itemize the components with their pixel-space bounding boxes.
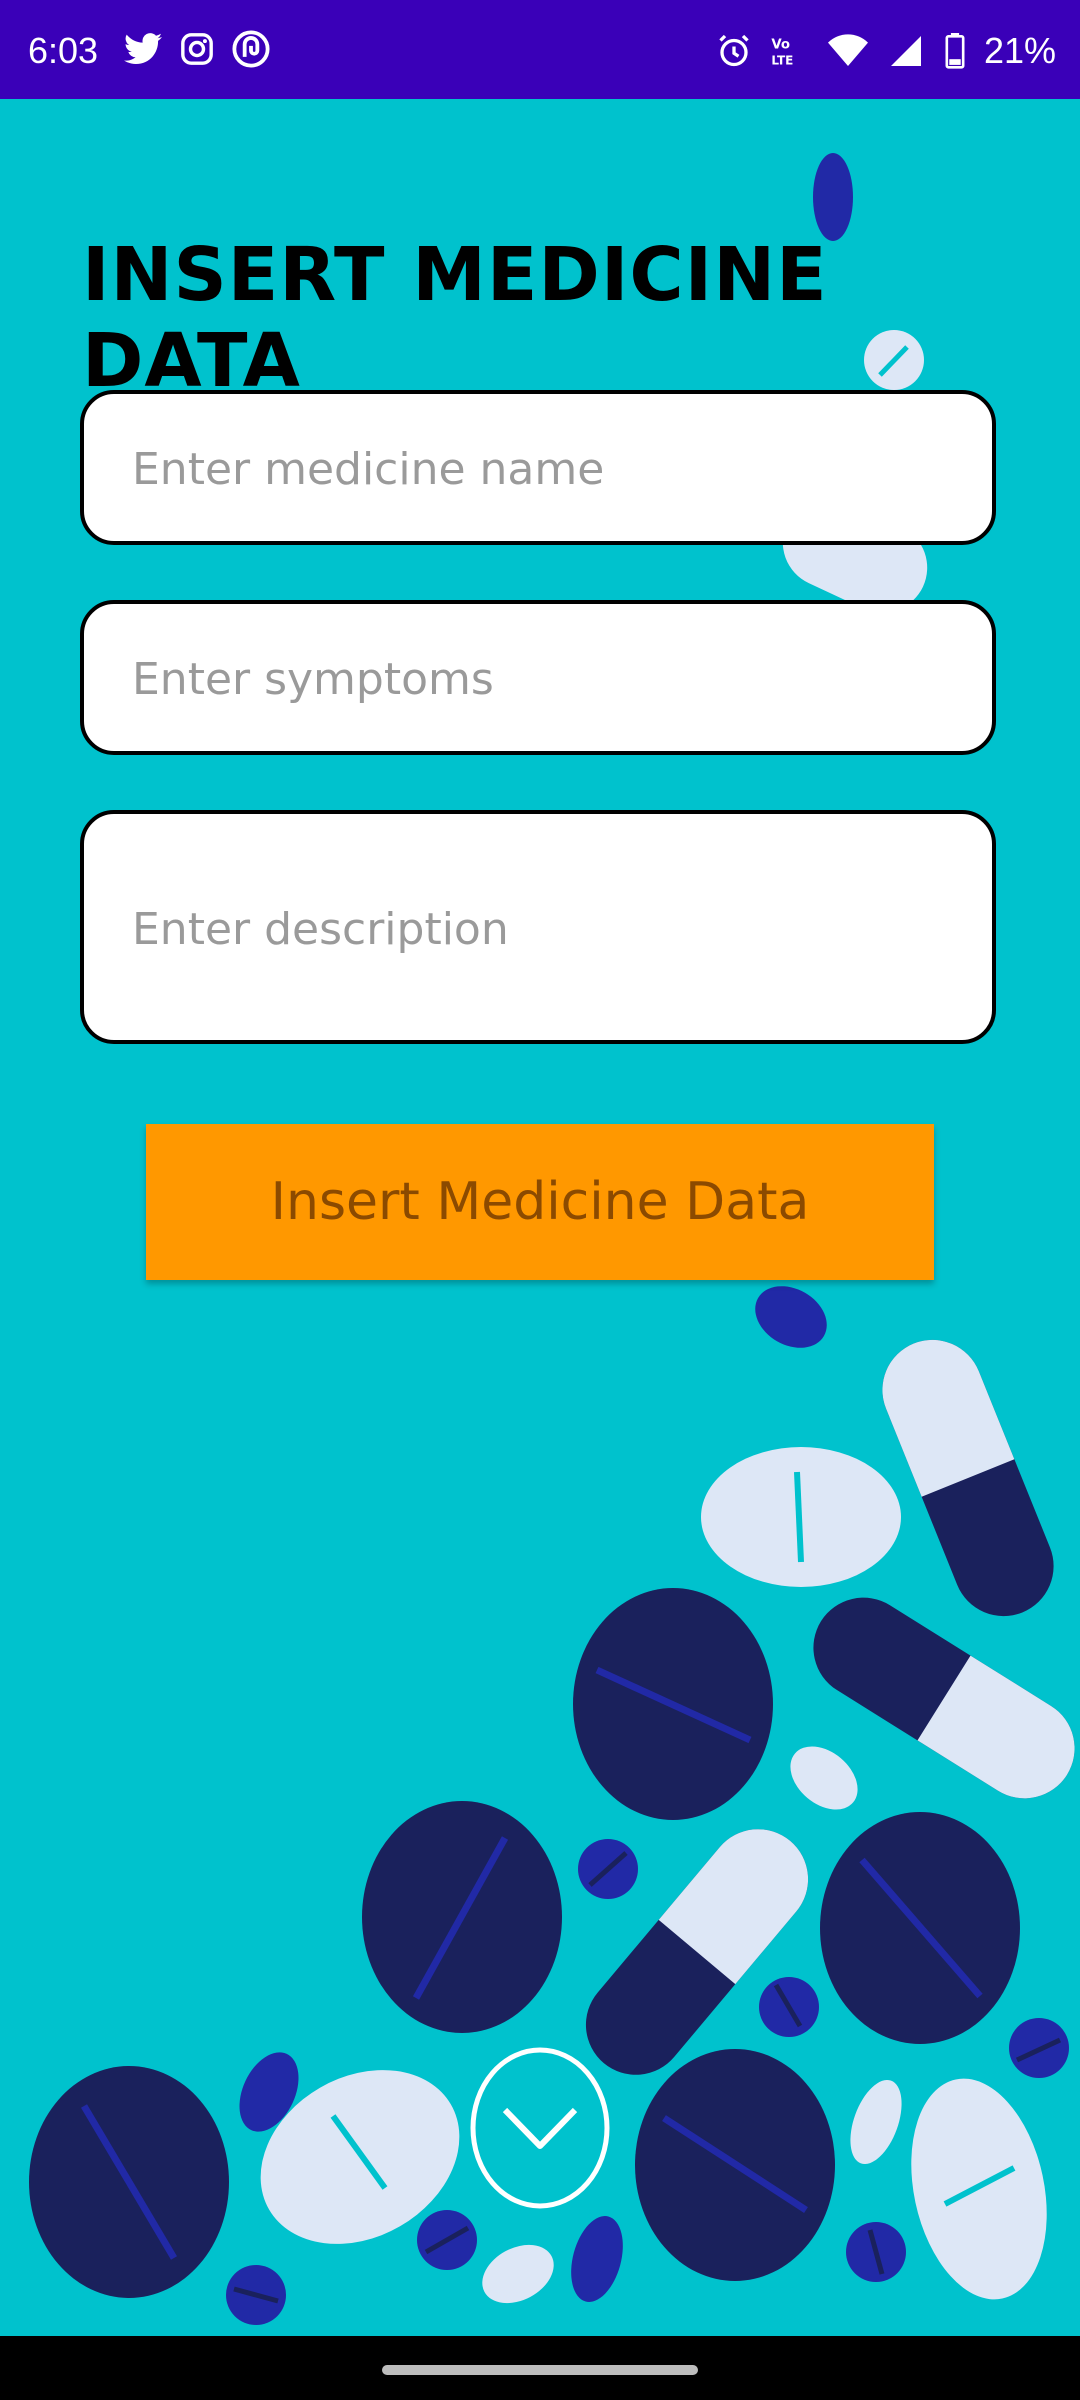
- pill-decoration: [755, 1286, 827, 1348]
- medicine-name-input[interactable]: [132, 442, 968, 496]
- pill-decoration: [850, 2079, 902, 2165]
- pill-decoration: [571, 2216, 623, 2302]
- insert-medicine-button[interactable]: Insert Medicine Data: [146, 1124, 934, 1280]
- pill-decoration: [482, 2244, 554, 2304]
- symptoms-input[interactable]: [132, 652, 968, 706]
- pill-decoration: [813, 153, 853, 241]
- description-field[interactable]: [80, 810, 996, 1044]
- chevron-down-icon[interactable]: [469, 2046, 611, 2210]
- symptoms-field[interactable]: [80, 600, 996, 755]
- pill-decoration: [790, 1746, 858, 1810]
- navigation-bar: [0, 2336, 1080, 2400]
- home-gesture-handle[interactable]: [382, 2365, 698, 2375]
- medicine-name-field[interactable]: [80, 390, 996, 545]
- capsule-decoration: [882, 1339, 1054, 1617]
- page-title: INSERT MEDICINE DATA: [82, 232, 828, 404]
- description-input[interactable]: [132, 904, 968, 974]
